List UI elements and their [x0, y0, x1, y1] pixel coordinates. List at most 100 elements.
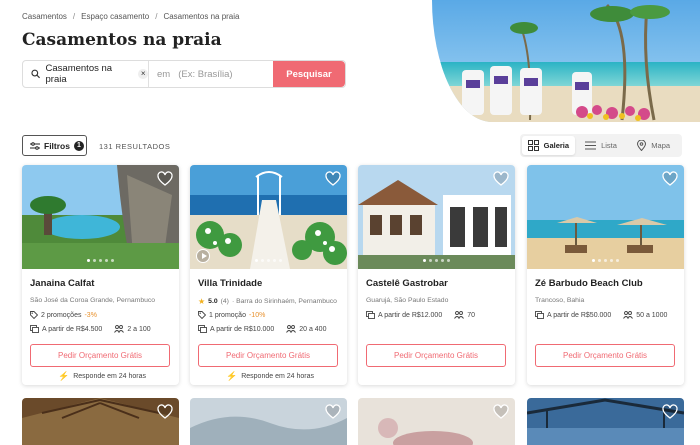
breadcrumb-separator: /: [72, 12, 76, 21]
price-icon: [535, 311, 544, 319]
view-map-button[interactable]: Mapa: [627, 136, 680, 155]
star-icon: ★: [198, 297, 206, 306]
guests-icon: [454, 311, 465, 319]
tag-icon: [30, 311, 38, 319]
tag-icon: [198, 311, 206, 319]
heart-icon[interactable]: [662, 404, 678, 420]
carousel-dots: [190, 259, 347, 262]
lightning-icon: ⚡: [58, 371, 70, 381]
carousel-dots: [527, 259, 684, 262]
venue-meta: A partir de R$12.000 70: [366, 311, 475, 319]
heart-icon[interactable]: [662, 171, 678, 187]
view-list-label: Lista: [601, 141, 617, 150]
heart-icon[interactable]: [325, 404, 341, 420]
results-toolbar: Filtros 1 131 RESULTADOS Galeria Lista M…: [0, 122, 700, 164]
lightning-icon: ⚡: [226, 371, 238, 381]
filters-count-badge: 1: [73, 140, 84, 151]
venue-price: A partir de R$12.000: [378, 311, 443, 319]
venue-card-image-partial[interactable]: [358, 398, 515, 445]
venue-name[interactable]: Villa Trinidade: [198, 278, 262, 289]
list-icon: [585, 141, 597, 150]
search-where-prefix: em: [157, 68, 171, 80]
search-bar: Casamentos na praia × em (Ex: Brasília) …: [22, 60, 346, 88]
response-time: ⚡ Responde em 24 horas: [58, 371, 146, 381]
response-time: ⚡ Responde em 24 horas: [226, 371, 314, 381]
venue-image[interactable]: [527, 165, 684, 269]
results-count: 131 RESULTADOS: [99, 142, 171, 151]
carousel-dots: [358, 259, 515, 262]
filters-button[interactable]: Filtros 1: [22, 135, 87, 156]
view-list-button[interactable]: Lista: [575, 136, 628, 155]
venue-location: ★ 5.0 (4) · Barra do Sirinhaém, Pernambu…: [198, 297, 337, 306]
venue-card-image-partial[interactable]: [527, 398, 684, 445]
venue-card-image-partial[interactable]: [22, 398, 179, 445]
view-gallery-label: Galeria: [543, 141, 570, 150]
request-quote-button[interactable]: Pedir Orçamento Grátis: [30, 344, 170, 367]
venue-price: A partir de R$4.500: [42, 325, 103, 333]
sliders-icon: [30, 141, 40, 150]
carousel-dots: [22, 259, 179, 262]
map-pin-icon: [637, 140, 647, 151]
venue-image[interactable]: [22, 165, 179, 269]
guests-icon: [114, 325, 125, 333]
venue-rating: 5.0: [208, 298, 218, 305]
venue-price: A partir de R$10.000: [210, 325, 275, 333]
breadcrumb-item-espaco[interactable]: Espaço casamento: [81, 12, 149, 21]
venue-card[interactable]: Castelê Gastrobar Guarujá, São Paulo Est…: [358, 165, 515, 385]
heart-icon[interactable]: [157, 171, 173, 187]
venue-location: Trancoso, Bahia: [535, 297, 585, 304]
price-icon: [198, 325, 207, 333]
guests-icon: [286, 325, 297, 333]
venue-card[interactable]: Janaina Calfat São José da Coroa Grande,…: [22, 165, 179, 385]
venue-price: A partir de R$50.000: [547, 311, 612, 319]
page-title: Casamentos na praia: [22, 30, 222, 50]
venue-promo: 2 promoções -3%: [30, 311, 97, 319]
view-map-label: Mapa: [651, 141, 671, 150]
heart-icon[interactable]: [493, 171, 509, 187]
page-header: Casamentos / Espaço casamento / Casament…: [0, 0, 700, 122]
venue-image[interactable]: [190, 165, 347, 269]
hero-image: [432, 0, 700, 122]
breadcrumb-item-casamentos[interactable]: Casamentos: [22, 12, 67, 21]
search-what-value: Casamentos na praia: [45, 63, 113, 85]
filters-label: Filtros: [44, 140, 70, 151]
promo-discount: -3%: [84, 311, 97, 319]
breadcrumb-separator: /: [155, 12, 158, 21]
breadcrumb: Casamentos / Espaço casamento / Casament…: [22, 12, 239, 21]
venue-location: São José da Coroa Grande, Pernambuco: [30, 297, 156, 304]
search-button[interactable]: Pesquisar: [273, 61, 345, 87]
search-what-field[interactable]: Casamentos na praia ×: [23, 61, 149, 87]
venue-capacity: 20 a 400: [299, 325, 327, 333]
heart-icon[interactable]: [325, 171, 341, 187]
venue-card[interactable]: Villa Trinidade ★ 5.0 (4) · Barra do Sir…: [190, 165, 347, 385]
heart-icon[interactable]: [493, 404, 509, 420]
venue-location: Guarujá, São Paulo Estado: [366, 297, 449, 304]
search-where-placeholder: (Ex: Brasília): [178, 68, 233, 80]
venue-card[interactable]: Zé Barbudo Beach Club Trancoso, Bahia A …: [527, 165, 684, 385]
search-where-field[interactable]: em (Ex: Brasília): [149, 61, 273, 87]
view-gallery-button[interactable]: Galeria: [522, 136, 575, 155]
venue-capacity: 50 a 1000: [636, 311, 668, 319]
venue-name[interactable]: Castelê Gastrobar: [366, 278, 448, 289]
venue-name[interactable]: Zé Barbudo Beach Club: [535, 278, 643, 289]
venue-name[interactable]: Janaina Calfat: [30, 278, 94, 289]
venue-card-image-partial[interactable]: [190, 398, 347, 445]
price-icon: [366, 311, 375, 319]
search-icon: [31, 69, 40, 79]
venue-image[interactable]: [358, 165, 515, 269]
heart-icon[interactable]: [157, 404, 173, 420]
clear-icon[interactable]: ×: [138, 69, 148, 79]
request-quote-button[interactable]: Pedir Orçamento Grátis: [535, 344, 675, 367]
grid-icon: [527, 140, 539, 151]
venue-meta: A partir de R$10.000 20 a 400: [198, 325, 326, 333]
venue-promo: 1 promoção -10%: [198, 311, 265, 319]
request-quote-button[interactable]: Pedir Orçamento Grátis: [198, 344, 338, 367]
venue-capacity: 2 a 100: [127, 325, 151, 333]
request-quote-button[interactable]: Pedir Orçamento Grátis: [366, 344, 506, 367]
venue-capacity: 70: [467, 311, 476, 319]
venue-reviews: (4): [220, 298, 229, 305]
price-icon: [30, 325, 39, 333]
venue-meta: A partir de R$4.500 2 a 100: [30, 325, 151, 333]
breadcrumb-item-current: Casamentos na praia: [163, 12, 240, 21]
view-switcher: Galeria Lista Mapa: [520, 134, 682, 157]
